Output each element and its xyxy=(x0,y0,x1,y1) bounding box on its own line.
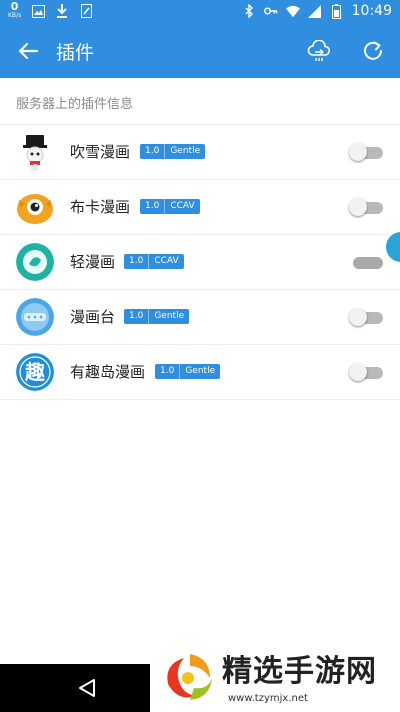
plugin-name: 有趣岛漫画 xyxy=(70,363,146,381)
version-badge: 1.0 xyxy=(140,199,166,214)
plugin-badges: 1.0 Gentle xyxy=(140,144,206,159)
plugin-badges: 1.0 CCAV xyxy=(140,199,200,214)
version-badge: 1.0 xyxy=(124,254,150,269)
triangle-back-icon xyxy=(79,679,95,697)
refresh-button[interactable] xyxy=(358,36,388,66)
download-icon xyxy=(55,4,69,18)
image-icon xyxy=(31,4,45,18)
page-title: 插件 xyxy=(56,42,95,64)
plugin-avatar xyxy=(16,298,54,336)
bluetooth-icon xyxy=(242,4,256,18)
plugin-row[interactable]: 吹雪漫画 1.0 Gentle xyxy=(0,125,400,180)
svg-text:趣: 趣 xyxy=(24,360,46,384)
status-bar: 0 KB/s 10:49 xyxy=(0,0,400,24)
watermark: 精选手游网 www.tzymjx.net xyxy=(150,640,400,712)
plugin-name: 轻漫画 xyxy=(70,253,116,271)
plugin-toggle[interactable] xyxy=(349,363,385,381)
tag-badge: Gentle xyxy=(165,144,206,159)
net-speed: 0 KB/s xyxy=(8,0,22,20)
plugin-badges: 1.0 CCAV xyxy=(124,254,184,269)
plugin-row[interactable]: 趣 有趣岛漫画 1.0 Gentle xyxy=(0,345,400,400)
plugin-name: 吹雪漫画 xyxy=(70,143,131,161)
plugin-toggle[interactable] xyxy=(349,143,385,161)
version-badge: 1.0 xyxy=(140,144,166,159)
app-bar: 插件 xyxy=(0,24,400,78)
back-button[interactable] xyxy=(14,37,42,65)
plugin-name: 布卡漫画 xyxy=(70,198,131,216)
net-speed-unit: KB/s xyxy=(8,12,22,19)
plugin-row[interactable]: 布卡漫画 1.0 CCAV xyxy=(0,180,400,235)
tag-badge: Gentle xyxy=(180,364,221,379)
plugin-toggle[interactable] xyxy=(349,308,385,326)
nav-back-button[interactable] xyxy=(78,678,96,702)
tag-badge: Gentle xyxy=(149,309,190,324)
plugin-avatar xyxy=(16,243,54,281)
version-badge: 1.0 xyxy=(124,309,150,324)
tag-badge: CCAV xyxy=(165,199,200,214)
arrow-left-icon xyxy=(18,42,38,60)
plugin-badges: 1.0 Gentle xyxy=(155,364,221,379)
plugin-toggle[interactable] xyxy=(349,198,385,216)
watermark-title: 精选手游网 xyxy=(222,654,377,689)
watermark-url: www.tzymjx.net xyxy=(228,693,308,704)
plugin-row[interactable]: 漫画台 1.0 Gentle xyxy=(0,290,400,345)
wifi-icon xyxy=(285,4,300,18)
plugin-row[interactable]: 轻漫画 1.0 CCAV xyxy=(0,235,400,290)
net-speed-value: 0 xyxy=(10,0,19,13)
plugin-toggle[interactable] xyxy=(349,253,385,271)
tag-badge: CCAV xyxy=(149,254,184,269)
plugin-avatar xyxy=(16,133,54,171)
plugin-badges: 1.0 Gentle xyxy=(124,309,190,324)
signal-icon xyxy=(308,4,322,18)
plugin-avatar xyxy=(16,188,54,226)
cloud-sync-icon xyxy=(307,40,331,61)
watermark-logo xyxy=(167,654,212,700)
key-icon xyxy=(263,4,278,18)
section-header-label: 服务器上的插件信息 xyxy=(16,97,134,112)
clock: 10:49 xyxy=(351,3,392,19)
navigation-bar xyxy=(0,664,150,712)
plugin-name: 漫画台 xyxy=(70,308,116,326)
file-icon xyxy=(79,4,93,18)
section-header: 服务器上的插件信息 xyxy=(0,78,400,125)
refresh-icon xyxy=(364,41,382,60)
battery-icon xyxy=(330,3,344,19)
cloud-sync-button[interactable] xyxy=(304,36,334,66)
plugin-avatar: 趣 xyxy=(16,353,54,391)
version-badge: 1.0 xyxy=(155,364,181,379)
